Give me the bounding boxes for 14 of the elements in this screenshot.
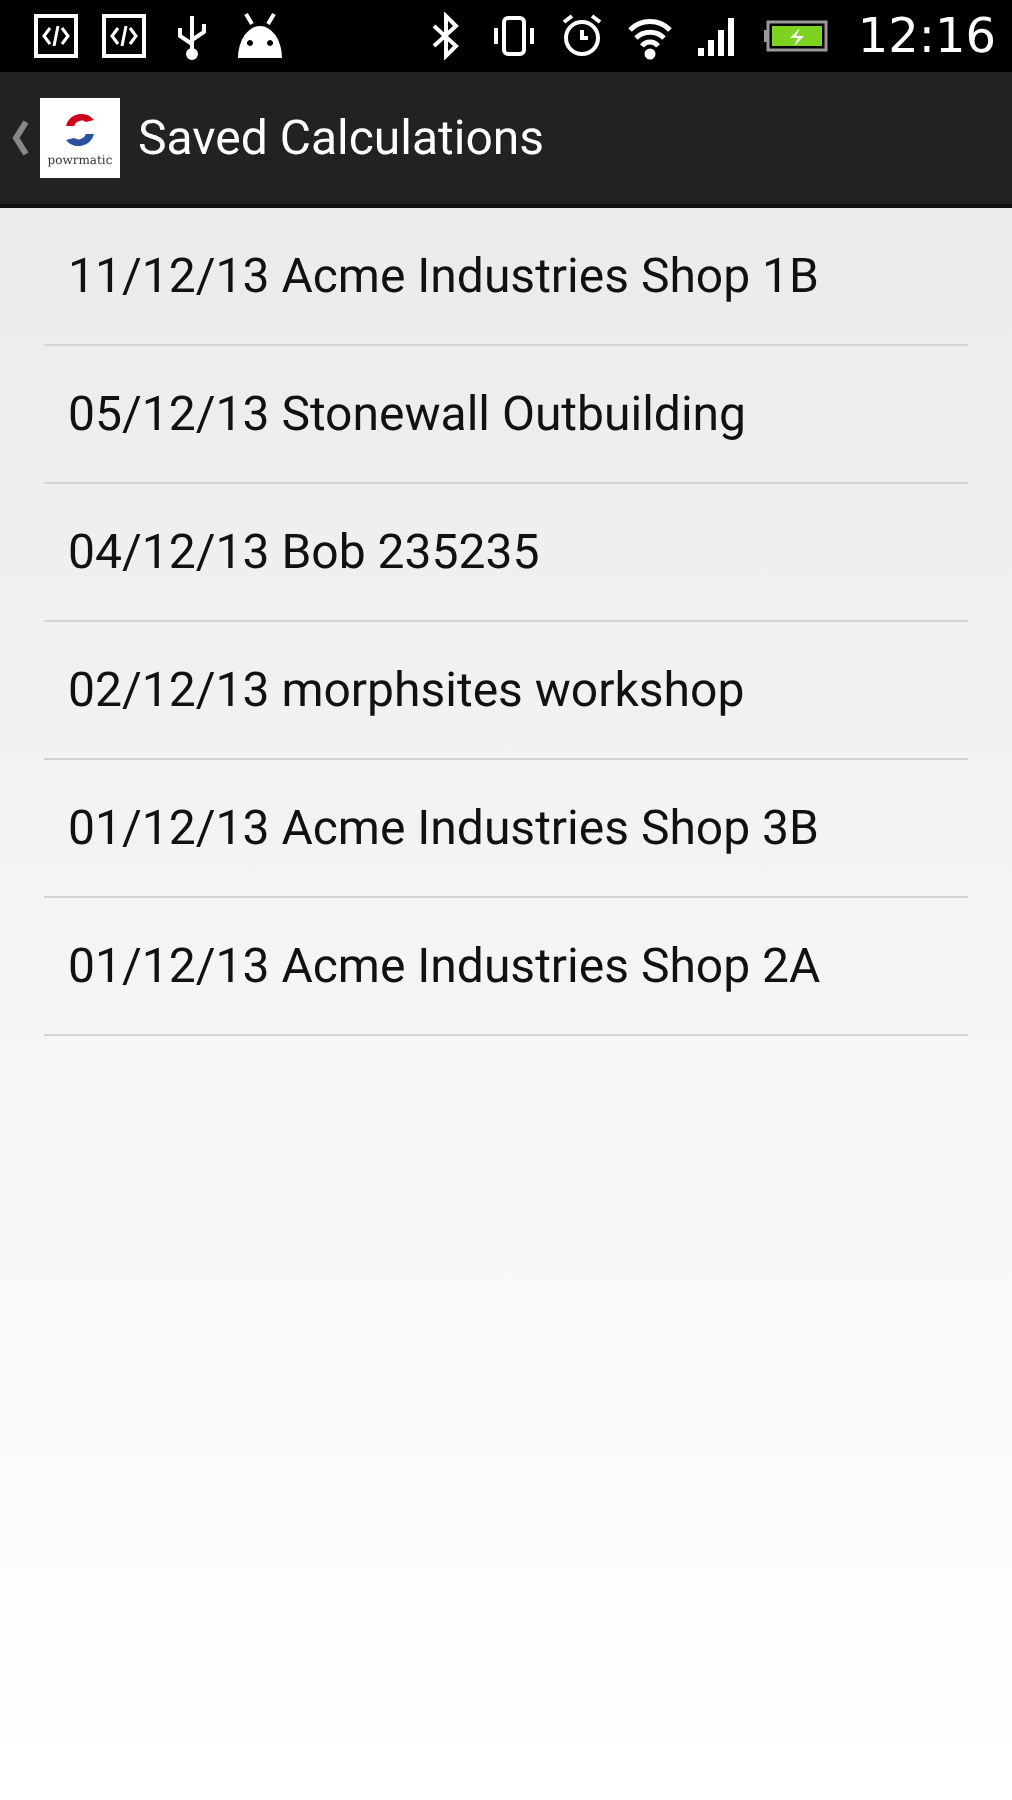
code-icon (100, 12, 148, 60)
code-icon (32, 12, 80, 60)
list-item[interactable]: 01/12/13 Acme Industries Shop 3B (44, 760, 968, 898)
back-caret-icon[interactable] (8, 116, 32, 160)
list-item[interactable]: 05/12/13 Stonewall Outbuilding (44, 346, 968, 484)
vibrate-icon (489, 12, 538, 60)
list-item[interactable]: 11/12/13 Acme Industries Shop 1B (44, 208, 968, 346)
list-item[interactable]: 02/12/13 morphsites workshop (44, 622, 968, 760)
android-icon (236, 12, 284, 60)
clock-time: 12:16 (857, 8, 996, 64)
screen-title: Saved Calculations (138, 110, 545, 166)
alarm-clock-icon (557, 12, 606, 60)
list-item[interactable]: 04/12/13 Bob 235235 (44, 484, 968, 622)
list-item[interactable]: 01/12/13 Acme Industries Shop 2A (44, 898, 968, 1036)
